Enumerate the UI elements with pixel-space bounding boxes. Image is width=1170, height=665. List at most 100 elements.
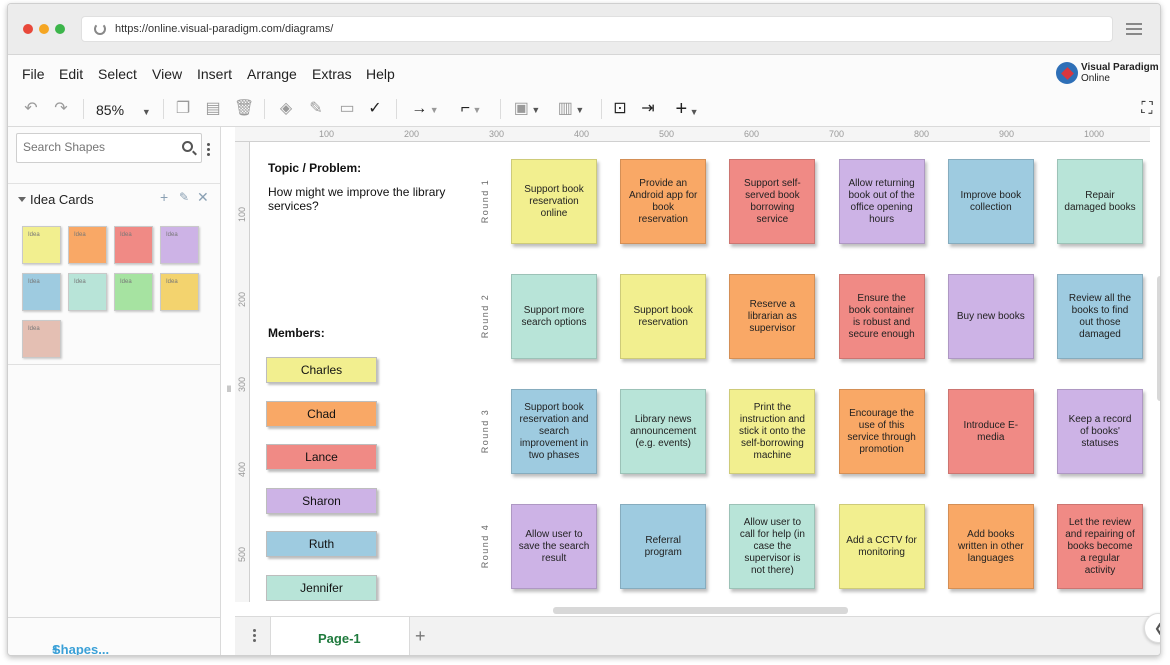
idea-card[interactable]: Reserve a librarian as supervisor (729, 274, 816, 359)
collapse-triangle-icon[interactable] (18, 197, 26, 202)
idea-card-thumbnail[interactable]: Idea (68, 226, 107, 264)
toolbar-divider (163, 99, 164, 119)
idea-card[interactable]: Keep a record of books' statuses (1057, 389, 1143, 474)
page-size-icon[interactable]: ⇥ (639, 99, 657, 119)
idea-card-thumbnail[interactable]: Idea (160, 226, 199, 264)
idea-card[interactable]: Provide an Android app for book reservat… (620, 159, 707, 244)
paste-icon[interactable]: ▤ (205, 99, 221, 119)
idea-card[interactable]: Introduce E-media (947, 389, 1034, 474)
copy-icon[interactable]: ❐ (175, 99, 191, 119)
maximize-window-dot[interactable] (55, 24, 65, 34)
menu-file[interactable]: File (22, 66, 45, 82)
menu-insert[interactable]: Insert (197, 66, 232, 82)
idea-card-thumbnail[interactable]: Idea (22, 226, 61, 264)
idea-card[interactable]: Ensure the book container is robust and … (838, 274, 925, 359)
vertical-scrollbar[interactable] (1157, 276, 1160, 401)
fill-color-icon[interactable]: ◈ (277, 99, 295, 119)
topic-text[interactable]: How might we improve the library service… (268, 185, 458, 213)
idea-card-thumbnail[interactable]: Idea (114, 226, 153, 264)
page-menu-icon[interactable] (253, 629, 256, 644)
idea-card[interactable]: Allow user to call for help (in case the… (729, 504, 816, 589)
library-header[interactable]: Idea Cards + ✎ ✕ (8, 183, 220, 209)
undo-icon[interactable]: ↶ (22, 99, 40, 119)
zoom-dropdown-icon[interactable]: ▼ (142, 107, 151, 117)
toolbar-divider (601, 99, 602, 119)
idea-card[interactable]: Repair damaged books (1057, 159, 1143, 244)
align-icon[interactable]: ▥ ▼ (555, 99, 587, 119)
shadow-icon[interactable]: ▭ (338, 99, 356, 119)
line-color-icon[interactable]: ✎ (307, 99, 325, 119)
idea-card[interactable]: Review all the books to find out those d… (1057, 274, 1143, 359)
member-card[interactable]: Jennifer (266, 575, 377, 601)
format-painter-icon[interactable]: ✓ (366, 99, 384, 119)
menu-select[interactable]: Select (98, 66, 137, 82)
idea-card[interactable]: Support self-served book borrowing servi… (729, 159, 816, 244)
redo-icon[interactable]: ↷ (52, 99, 70, 119)
insert-plus-icon[interactable]: + ▼ (669, 99, 705, 119)
search-icon[interactable] (182, 141, 193, 152)
arrange-front-icon[interactable]: ▣ ▼ (511, 99, 543, 119)
close-icon[interactable]: ✕ (197, 189, 209, 206)
idea-card[interactable]: Support book reservation online (511, 159, 597, 244)
idea-card[interactable]: Referral program (620, 504, 707, 589)
menu-help[interactable]: Help (366, 66, 395, 82)
ruler-tick-label: 1000 (1084, 129, 1105, 139)
search-shapes-box[interactable] (16, 133, 202, 163)
idea-card[interactable]: Allow returning book out of the office o… (838, 159, 925, 244)
more-shapes-button[interactable]: + Shapes... (8, 617, 220, 656)
reload-icon[interactable] (94, 23, 106, 35)
idea-card[interactable]: Print the instruction and stick it onto … (729, 389, 816, 474)
member-card[interactable]: Lance (266, 444, 377, 471)
idea-card-thumbnail[interactable]: Idea (22, 320, 61, 358)
fullscreen-icon[interactable]: ⛶ (1138, 99, 1156, 119)
add-icon[interactable]: + (160, 189, 168, 205)
panel-splitter-handle[interactable]: ll (227, 384, 231, 394)
edit-icon[interactable]: ✎ (179, 190, 189, 204)
member-card[interactable]: Charles (266, 357, 377, 383)
add-page-icon[interactable]: + (415, 626, 426, 647)
member-card[interactable]: Chad (266, 400, 377, 427)
idea-card[interactable]: Library news announcement (e.g. events) (620, 389, 707, 474)
diagram-canvas[interactable]: Topic / Problem: How might we improve th… (251, 143, 1150, 601)
idea-card[interactable]: Improve book collection (947, 159, 1034, 244)
idea-card[interactable]: Buy new books (947, 274, 1034, 359)
idea-card[interactable]: Support book reservation (620, 274, 707, 359)
idea-card[interactable]: Allow user to save the search result (511, 504, 597, 589)
member-card[interactable]: Ruth (266, 531, 377, 558)
idea-card[interactable]: Encourage the use of this service throug… (838, 389, 925, 474)
browser-menu-icon[interactable] (1126, 23, 1142, 35)
search-shapes-input[interactable] (23, 140, 173, 154)
ruler-tick-label: 200 (404, 129, 420, 139)
idea-card-thumbnail[interactable]: Idea (114, 273, 153, 311)
menu-arrange[interactable]: Arrange (247, 66, 297, 82)
waypoint-style-icon[interactable]: ⌐ ▼ (454, 99, 488, 119)
menu-view[interactable]: View (152, 66, 182, 82)
idea-card-thumbnail[interactable]: Idea (22, 273, 61, 311)
round-label: Round 1 (480, 178, 490, 224)
page-tab[interactable]: Page-1 (270, 617, 410, 655)
member-card[interactable]: Sharon (266, 487, 377, 514)
idea-card[interactable]: Support book reservation and search impr… (511, 389, 597, 474)
horizontal-scrollbar[interactable] (553, 607, 848, 614)
round-label: Round 2 (480, 293, 490, 339)
connector-style-icon[interactable]: → ▼ (410, 99, 440, 119)
idea-card-thumbnail[interactable]: Idea (160, 273, 199, 311)
address-bar[interactable]: https://online.visual-paradigm.com/diagr… (81, 16, 1113, 42)
close-window-dot[interactable] (23, 24, 33, 34)
idea-card[interactable]: Add books written in other languages (947, 504, 1034, 589)
idea-card[interactable]: Let the review and repairing of books be… (1057, 504, 1143, 589)
menu-extras[interactable]: Extras (312, 66, 352, 82)
panel-menu-icon[interactable] (207, 143, 210, 157)
zoom-level[interactable]: 85% ▼ (96, 102, 151, 118)
ruler-tick-label: 200 (237, 291, 247, 307)
delete-icon[interactable]: 🗑 (234, 99, 254, 119)
idea-card[interactable]: Support more search options (511, 274, 597, 359)
menu-edit[interactable]: Edit (59, 66, 83, 82)
ruler-tick-label: 700 (829, 129, 845, 139)
fit-page-icon[interactable]: ⊡ (611, 99, 629, 119)
logo-line2: Online (1081, 73, 1110, 84)
idea-card[interactable]: Add a CCTV for monitoring (838, 504, 925, 589)
idea-card-thumbnail[interactable]: Idea (68, 273, 107, 311)
minimize-window-dot[interactable] (39, 24, 49, 34)
more-shapes-label: Shapes... (52, 642, 110, 656)
